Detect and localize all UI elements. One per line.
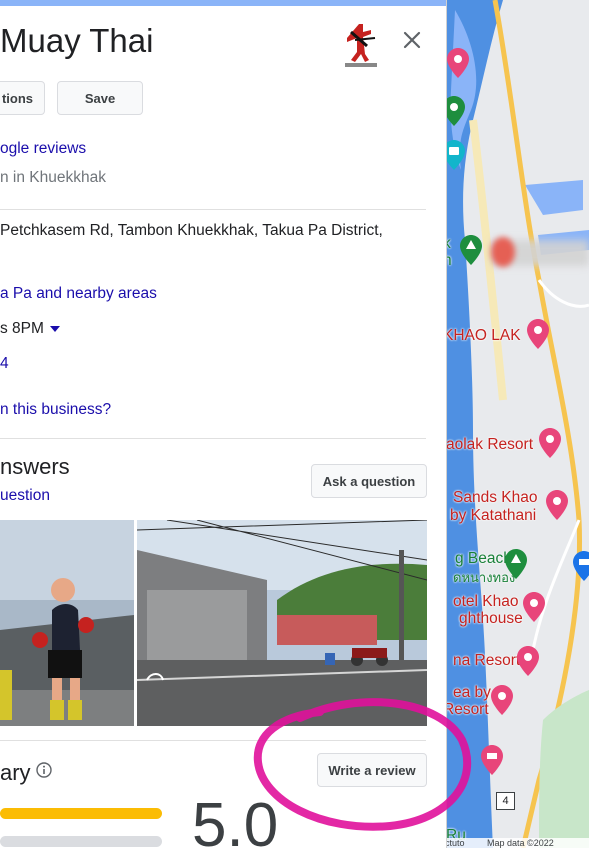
- five-star-bar: [0, 808, 162, 819]
- place-details-panel: Muay Thai tions Save ogle reviews n in K…: [0, 0, 447, 848]
- shopping-pin-icon[interactable]: [573, 551, 589, 581]
- claim-business-link[interactable]: n this business?: [0, 401, 111, 419]
- map-graphic: [443, 0, 589, 848]
- map-label[interactable]: na Resort: [453, 652, 520, 670]
- ask-question-button[interactable]: Ask a question: [311, 464, 427, 498]
- place-title: Muay Thai: [0, 22, 154, 59]
- four-star-bar: [0, 836, 162, 847]
- write-review-button[interactable]: Write a review: [317, 753, 427, 787]
- red-dot: [491, 237, 515, 267]
- road-shield: 4: [496, 792, 515, 810]
- map-label[interactable]: otel Khao: [453, 593, 519, 611]
- hotel-pin-icon[interactable]: [491, 685, 513, 715]
- map-label[interactable]: g Beach: [455, 550, 512, 568]
- close-button[interactable]: [398, 26, 426, 54]
- map-label[interactable]: Resort: [443, 701, 489, 719]
- hotel-pin-icon[interactable]: [527, 319, 549, 349]
- map-label[interactable]: Sands Khao: [453, 489, 537, 507]
- map-pin-icon[interactable]: [447, 48, 469, 78]
- top-accent-bar: [0, 0, 446, 6]
- beach-pin-icon[interactable]: [505, 549, 527, 579]
- hours-dropdown[interactable]: s 8PM: [0, 320, 61, 338]
- info-icon[interactable]: [36, 762, 52, 783]
- phone-link[interactable]: 4: [0, 355, 9, 373]
- average-rating: 5.0: [192, 791, 279, 848]
- map-label[interactable]: by Katathani: [450, 507, 536, 525]
- park-pin-icon[interactable]: [460, 235, 482, 265]
- divider: [0, 209, 426, 210]
- place-logo: [341, 20, 381, 68]
- review-summary-heading: ary: [0, 760, 31, 785]
- hours-text: s 8PM: [0, 320, 44, 337]
- google-reviews-link[interactable]: ogle reviews: [0, 140, 86, 158]
- map-label[interactable]: aolak Resort: [446, 436, 533, 454]
- caret-down-icon: [50, 325, 61, 332]
- photo-person[interactable]: [0, 520, 134, 726]
- save-button[interactable]: Save: [57, 81, 143, 115]
- directions-button[interactable]: tions: [0, 81, 45, 115]
- photo-street[interactable]: [137, 520, 427, 726]
- hotel-pin-icon[interactable]: [481, 745, 503, 775]
- map-label-khao-lak[interactable]: KHAO LAK: [443, 327, 521, 345]
- hotel-pin-icon[interactable]: [517, 646, 539, 676]
- see-questions-link[interactable]: uestion: [0, 487, 50, 505]
- category-location: n in Khuekkhak: [0, 169, 106, 186]
- close-icon: [403, 31, 421, 49]
- map-data-credit[interactable]: Map data ©2022: [487, 838, 554, 848]
- qa-heading: nswers: [0, 454, 70, 479]
- map-label[interactable]: ea by: [453, 684, 491, 702]
- divider: [0, 438, 426, 439]
- hotel-pin-icon[interactable]: [523, 592, 545, 622]
- map-footer-left: ctuto: [445, 838, 465, 848]
- map-footer: ctuto Map data ©2022: [443, 838, 589, 848]
- service-area-link[interactable]: a Pa and nearby areas: [0, 285, 157, 303]
- map-label[interactable]: ghthouse: [459, 610, 523, 628]
- divider: [0, 740, 426, 741]
- map-area[interactable]: k h KHAO LAK aolak Resort Sands Khao by …: [443, 0, 589, 848]
- hotel-pin-icon[interactable]: [539, 428, 561, 458]
- address-text[interactable]: Petchkasem Rd, Tambon Khuekkhak, Takua P…: [0, 222, 383, 240]
- hotel-pin-icon[interactable]: [546, 490, 568, 520]
